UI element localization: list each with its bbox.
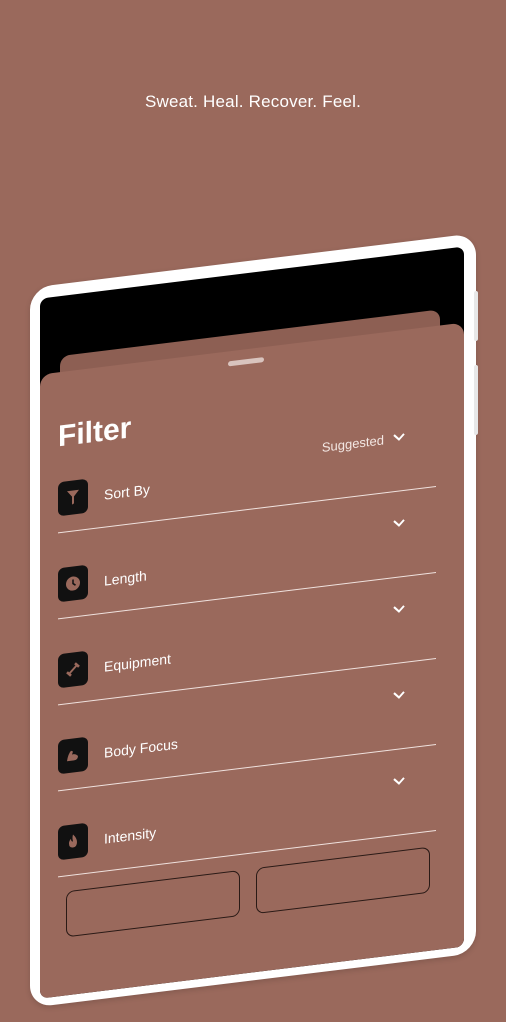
tagline: Sweat. Heal. Recover. Feel. [144, 92, 362, 111]
device-screen: Filter Sort By Suggested Length Equipmen… [40, 246, 464, 999]
sheet-title: Filter [58, 411, 132, 454]
chevron-down-icon[interactable] [392, 688, 406, 704]
chevron-down-icon[interactable] [392, 774, 406, 790]
sort-by-value[interactable]: Suggested [322, 432, 384, 455]
clock-icon [58, 564, 88, 603]
device-side-button [474, 364, 478, 436]
filter-row-label: Length [104, 567, 147, 589]
sheet-drag-handle[interactable] [228, 357, 264, 367]
device-side-button [474, 290, 478, 342]
filter-row-label: Equipment [104, 650, 171, 675]
filter-row-label: Body Focus [104, 735, 178, 761]
tablet-device: Filter Sort By Suggested Length Equipmen… [12, 204, 482, 1022]
flexed-arm-icon [58, 736, 88, 775]
chevron-down-icon[interactable] [392, 516, 406, 532]
filter-row-label: Sort By [104, 481, 150, 503]
flame-icon [58, 822, 88, 861]
dumbbell-icon [58, 650, 88, 689]
filter-sheet: Filter Sort By Suggested Length Equipmen… [40, 322, 464, 999]
filter-row-label: Intensity [104, 824, 157, 847]
chevron-down-icon[interactable] [392, 430, 406, 446]
chevron-down-icon[interactable] [392, 602, 406, 618]
funnel-icon [58, 478, 88, 517]
